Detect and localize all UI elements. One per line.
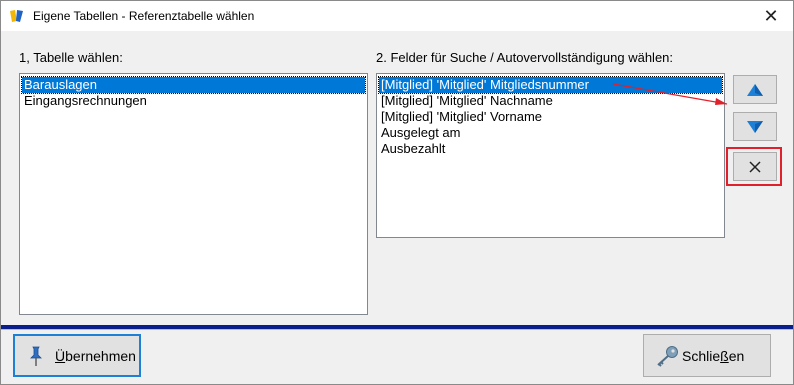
close-button-label: Schließen (682, 347, 745, 364)
list-item[interactable]: Ausgelegt am (379, 125, 461, 141)
key-icon (657, 345, 678, 367)
annotation-arrow-icon (612, 83, 728, 105)
table-listbox[interactable]: Barauslagen Eingangsrechnungen (19, 73, 368, 315)
fields-select-label: 2. Felder für Suche / Autovervollständig… (376, 50, 674, 65)
move-down-button[interactable] (733, 112, 777, 141)
pin-icon (30, 346, 42, 366)
close-button[interactable]: Schließen (643, 334, 771, 377)
dialog-window: Eigene Tabellen - Referenztabelle wählen… (0, 0, 794, 385)
list-item[interactable]: Eingangsrechnungen (22, 93, 147, 109)
list-item[interactable]: Ausbezahlt (379, 141, 445, 157)
arrow-up-icon (747, 83, 763, 96)
table-select-label: 1, Tabelle wählen: (19, 50, 123, 65)
list-item[interactable]: [Mitglied] 'Mitglied' Vorname (379, 109, 542, 125)
move-up-button[interactable] (733, 75, 777, 104)
close-icon (749, 160, 761, 173)
list-item[interactable]: Barauslagen (21, 76, 366, 94)
title-bar: Eigene Tabellen - Referenztabelle wählen… (1, 1, 793, 31)
apply-button-label: Übernehmen (55, 347, 136, 364)
close-window-button[interactable]: ✕ (749, 1, 793, 31)
app-logo-icon (10, 10, 23, 22)
list-item[interactable]: [Mitglied] 'Mitglied' Nachname (379, 93, 553, 109)
remove-button[interactable] (733, 152, 777, 181)
arrow-down-icon (747, 120, 763, 133)
window-title: Eigene Tabellen - Referenztabelle wählen (33, 9, 255, 23)
footer-divider-shadow (1, 329, 793, 330)
apply-button[interactable]: Übernehmen (13, 334, 141, 377)
